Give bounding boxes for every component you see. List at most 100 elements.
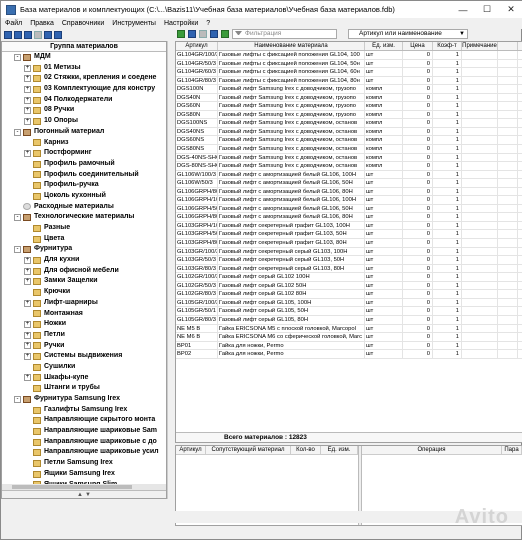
tree-node[interactable]: Цоколь кухонный xyxy=(2,191,166,202)
delete-group-icon[interactable] xyxy=(34,30,42,39)
expand-icon[interactable]: + xyxy=(24,150,31,158)
maximize-button[interactable]: ☐ xyxy=(475,1,499,18)
menu-settings[interactable]: Настройки xyxy=(160,20,202,27)
col-price[interactable]: Цена xyxy=(403,42,433,50)
filter-input[interactable]: Фильтрация xyxy=(232,29,337,39)
menu-references[interactable]: Справочники xyxy=(58,20,108,27)
table-row[interactable]: DGS60NS Газовый лифт Samsung Irex с довод… xyxy=(176,136,522,146)
table-row[interactable]: GL103GRPH/80/Газовый лифт секретерный гр… xyxy=(176,239,522,248)
table-row[interactable]: GL105GR/50/1 Газовый лифт серый GL105, 50… xyxy=(176,307,522,316)
tree-node[interactable]: + Для офисной мебели xyxy=(2,266,166,277)
edit-material-icon[interactable] xyxy=(188,30,196,38)
table-row[interactable]: GL103GR/80/3 Газовый лифт секретерный сер… xyxy=(176,264,522,274)
col-related-unit[interactable]: Ед. изм. xyxy=(321,446,358,454)
table-row[interactable]: NE M6 B Гайка ERICSONA M6 со сферической … xyxy=(176,333,522,342)
tree-node[interactable]: + Шкафы-купе xyxy=(2,373,166,384)
tree-node[interactable]: Профиль соединительный xyxy=(2,170,166,181)
tree-node[interactable]: +02 Стяжки, крепления и соедене xyxy=(2,73,166,84)
edit-group-icon[interactable] xyxy=(24,30,32,39)
table-row[interactable]: BP02 Гайка для ножки, Permo шт 0 1 xyxy=(176,350,522,359)
expand-icon[interactable]: + xyxy=(24,64,31,72)
table-row[interactable]: GL103GR/100/3 Газовый лифт секретерный се… xyxy=(176,247,522,257)
table-row[interactable]: GL102GR/50/3 Газовый лифт серый GL102 50Н… xyxy=(176,281,522,291)
expand-icon[interactable]: + xyxy=(24,267,31,275)
tree-node[interactable]: - Погонный материал xyxy=(2,127,166,138)
tree-node[interactable]: +03 Комплектующие для констру xyxy=(2,84,166,95)
tree-node[interactable]: Карниз xyxy=(2,138,166,149)
col-name[interactable]: Наименование материала xyxy=(218,42,365,50)
table-row[interactable]: DGS80NS Газовый лифт Samsung Irex с довод… xyxy=(176,145,522,154)
expand-icon[interactable]: + xyxy=(24,331,31,339)
table-row[interactable]: GL105GR/80/3 Газовый лифт серый GL105, 80… xyxy=(176,315,522,325)
expand-icon[interactable]: + xyxy=(24,96,31,104)
tree-node[interactable]: + Ножки xyxy=(2,319,166,330)
table-row[interactable]: GL102GR/100/3 Газовый лифт серый GL102 10… xyxy=(176,273,522,282)
new-subgroup-icon[interactable] xyxy=(14,30,22,39)
table-row[interactable]: DGS40NS Газовый лифт Samsung Irex с довод… xyxy=(176,127,522,137)
col-coef[interactable]: Коэф-т xyxy=(433,42,462,50)
tree-node[interactable]: Расходные материалы xyxy=(2,202,166,213)
menu-tools[interactable]: Инструменты xyxy=(108,20,160,27)
table-row[interactable]: GL106GRPH/80/Газовый лифт с амортизацией… xyxy=(176,187,522,197)
tree-node[interactable]: Ящики Samsung Irex xyxy=(2,469,166,480)
tree-node[interactable]: Направляющие шариковые Sam xyxy=(2,426,166,437)
panel-splitter[interactable] xyxy=(167,41,175,499)
menu-help[interactable]: ? xyxy=(202,20,214,27)
table-row[interactable]: GL103GR/50/3 Газовый лифт секретерный сер… xyxy=(176,256,522,265)
move-group-icon[interactable] xyxy=(44,30,52,39)
collapse-icon[interactable]: - xyxy=(14,53,21,61)
tree-node[interactable]: Штанги и трубы xyxy=(2,383,166,394)
copy-material-icon[interactable] xyxy=(210,30,218,38)
tree-node[interactable]: + Постформинг xyxy=(2,148,166,159)
table-row[interactable]: DGS80N Газовый лифт Samsung Irex с доводч… xyxy=(176,110,522,120)
col-related-article[interactable]: Артикул xyxy=(176,446,206,454)
delete-material-icon[interactable] xyxy=(199,30,207,38)
tree-node[interactable]: Направляющие скрытого монта xyxy=(2,415,166,426)
table-row[interactable]: GL106GRPH/50/Газовый лифт с амортизацией… xyxy=(176,204,522,214)
tree-node[interactable]: - МДМ xyxy=(2,52,166,63)
tree-node[interactable]: - Фурнитура Samsung Irex xyxy=(2,394,166,405)
refresh-icon[interactable] xyxy=(54,30,62,39)
tree-node[interactable]: + Лифт-шарниры xyxy=(2,298,166,309)
table-row[interactable]: GL103GRPH/100 Газовый лифт секретерный гр… xyxy=(176,221,522,231)
tree-node[interactable]: +08 Ручки xyxy=(2,105,166,116)
scroll-up-icon[interactable]: ▲ xyxy=(77,492,83,498)
table-row[interactable]: DGS60N Газовый лифт Samsung Irex с доводч… xyxy=(176,102,522,111)
expand-icon[interactable]: + xyxy=(24,342,31,350)
col-article[interactable]: Артикул xyxy=(176,42,218,50)
collapse-icon[interactable]: - xyxy=(14,128,21,136)
expand-icon[interactable]: + xyxy=(24,256,31,264)
col-related-qty[interactable]: Кол-во xyxy=(291,446,321,454)
close-button[interactable]: ✕ xyxy=(499,1,522,18)
tree-node[interactable]: Сушилки xyxy=(2,362,166,373)
table-row[interactable]: GL105GR/100/3 Газовый лифт серый GL105, 1… xyxy=(176,298,522,308)
tree-node[interactable]: Газлифты Samsung Irex xyxy=(2,405,166,416)
scrollbar-thumb[interactable] xyxy=(12,485,132,489)
table-row[interactable]: GL104GR/60/3 Газовые лифты с фиксацией по… xyxy=(176,68,522,77)
col-related-material[interactable]: Сопутствующий материал xyxy=(206,446,291,454)
tree-node[interactable]: +01 Метизы xyxy=(2,63,166,74)
table-row[interactable]: DGS100NS Газовый лифт Samsung Irex с дово… xyxy=(176,119,522,128)
expand-icon[interactable]: + xyxy=(24,107,31,115)
table-row[interactable]: GL103GRPH/50/Газовый лифт секретерный гр… xyxy=(176,230,522,240)
col-unit[interactable]: Ед. изм. xyxy=(365,42,403,50)
menu-edit[interactable]: Правка xyxy=(26,20,58,27)
tree-node[interactable]: + Системы выдвижения xyxy=(2,351,166,362)
move-material-icon[interactable] xyxy=(221,30,229,38)
table-row[interactable]: GL104GR/50/3 Газовые лифты с фиксацией по… xyxy=(176,59,522,69)
tree-node[interactable]: Направляющие шариковые усил xyxy=(2,447,166,458)
tree-node[interactable]: +10 Опоры xyxy=(2,116,166,127)
expand-icon[interactable]: + xyxy=(24,353,31,361)
expand-icon[interactable]: + xyxy=(24,75,31,83)
tree-node[interactable]: + Для кухни xyxy=(2,255,166,266)
collapse-icon[interactable]: - xyxy=(14,395,21,403)
tree-node[interactable]: +04 Полкодержатели xyxy=(2,95,166,106)
col-operation[interactable]: Операция xyxy=(362,446,502,454)
tree-node[interactable]: Профиль рамочный xyxy=(2,159,166,170)
tree-node[interactable]: + Замки Защелки xyxy=(2,276,166,287)
collapse-icon[interactable]: - xyxy=(14,214,21,222)
col-pair[interactable]: Пара xyxy=(502,446,522,454)
tree-node[interactable]: Профиль-ручка xyxy=(2,180,166,191)
table-row[interactable]: NE M5 B Гайка ERICSONA M5 с плоской голов… xyxy=(176,324,522,334)
tree-node[interactable]: Монтажная xyxy=(2,309,166,320)
